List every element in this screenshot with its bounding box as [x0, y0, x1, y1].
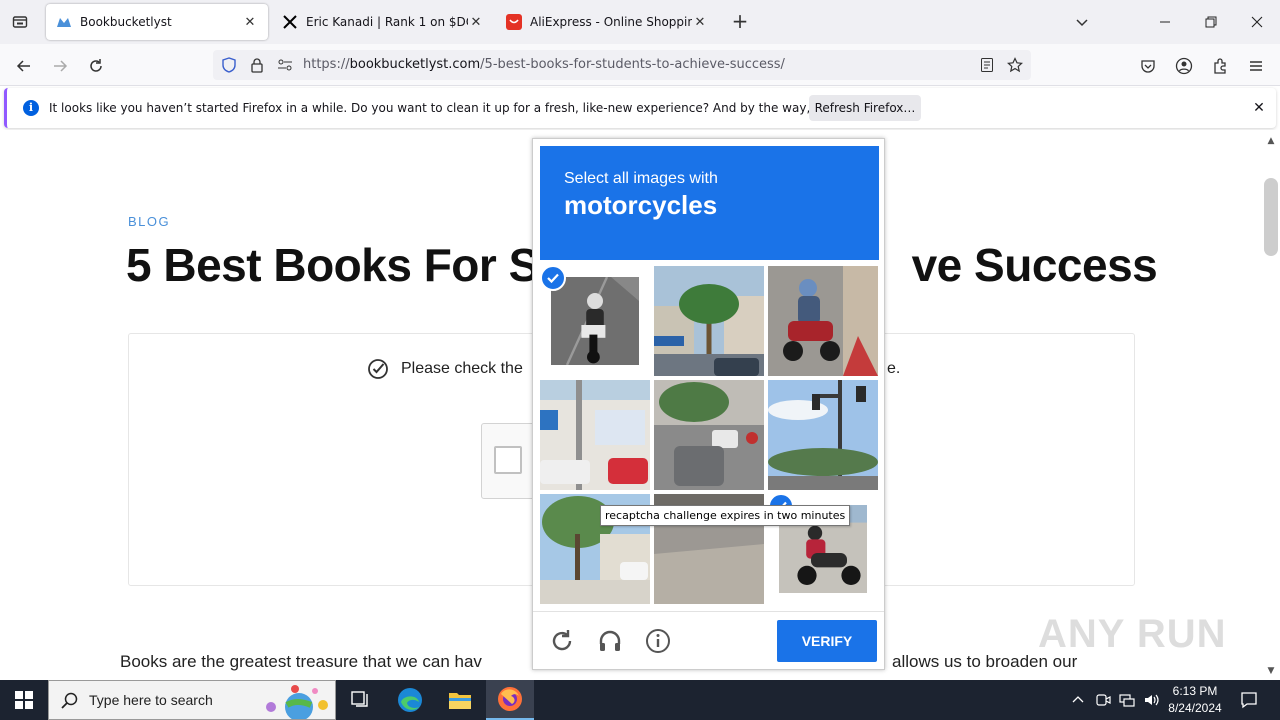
navigation-toolbar: https://bookbucketlyst.com/5-best-books-…	[0, 44, 1280, 86]
verify-button[interactable]: VERIFY	[777, 620, 877, 662]
captcha-tile-2[interactable]	[654, 266, 764, 376]
firefox-taskbar-icon[interactable]	[486, 680, 534, 720]
info-icon[interactable]	[645, 628, 671, 654]
url-scheme: https://	[303, 57, 350, 72]
search-placeholder: Type here to search	[89, 692, 213, 708]
url-path: /5-best-books-for-students-to-achieve-su…	[480, 57, 785, 72]
page-title-end: ve Success	[911, 239, 1158, 291]
reload-button[interactable]	[82, 52, 110, 80]
tab-bar: Bookbucketlyst ✕ Eric Kanadi | Rank 1 on…	[0, 0, 1280, 44]
close-tab-icon[interactable]: ✕	[468, 14, 484, 30]
bookbucketlyst-logo-icon	[56, 14, 72, 30]
tab-title: Bookbucketlyst	[80, 15, 172, 29]
category-label[interactable]: BLOG	[128, 214, 170, 229]
check-circle-icon	[368, 359, 388, 379]
info-icon: i	[23, 100, 39, 116]
reload-challenge-icon[interactable]	[549, 628, 575, 654]
clock-time: 6:13 PM	[1172, 684, 1218, 698]
notifications-icon[interactable]	[1234, 680, 1264, 720]
url-host: bookbucketlyst.com	[349, 57, 481, 72]
scrollbar-thumb[interactable]	[1264, 178, 1278, 256]
meet-now-icon[interactable]	[1092, 680, 1114, 720]
close-tab-icon[interactable]: ✕	[242, 14, 258, 30]
close-notification-icon[interactable]: ✕	[1251, 100, 1267, 116]
lock-icon[interactable]	[249, 57, 265, 73]
challenge-header: Select all images with motorcycles	[540, 146, 879, 260]
captcha-tile-5[interactable]	[654, 380, 764, 490]
captcha-tile-4[interactable]	[540, 380, 650, 490]
windows-taskbar: Type here to search 6:13 PM 8/24/2024	[0, 680, 1280, 720]
tracking-protection-shield-icon[interactable]	[221, 57, 237, 73]
new-tab-button[interactable]: +	[728, 10, 752, 34]
url-text[interactable]: https://bookbucketlyst.com/5-best-books-…	[303, 57, 785, 72]
taskbar-search-box[interactable]: Type here to search	[48, 680, 336, 720]
network-icon[interactable]	[1116, 680, 1138, 720]
notification-message: It looks like you haven’t started Firefo…	[49, 101, 905, 115]
close-window-button[interactable]	[1234, 0, 1280, 44]
pocket-icon[interactable]	[1134, 52, 1162, 80]
challenge-instruction: Select all images with	[564, 170, 718, 187]
taskbar-clock[interactable]: 6:13 PM 8/24/2024	[1160, 683, 1230, 717]
refresh-firefox-button[interactable]: Refresh Firefox…	[809, 95, 921, 121]
clock-date: 8/24/2024	[1168, 701, 1222, 715]
forward-button[interactable]	[46, 52, 74, 80]
close-tab-icon[interactable]: ✕	[692, 14, 708, 30]
challenge-target: motorcycles	[564, 190, 718, 220]
tab-eric-kanadi[interactable]: Eric Kanadi | Rank 1 on $DOGS ✕	[272, 4, 494, 40]
search-highlight-icon	[266, 685, 328, 719]
permissions-icon[interactable]	[277, 57, 293, 73]
account-icon[interactable]	[1170, 52, 1198, 80]
tab-aliexpress[interactable]: AliExpress - Online Shopping fo ✕	[496, 4, 718, 40]
search-icon	[61, 692, 78, 709]
scroll-up-arrow-icon[interactable]: ▲	[1266, 136, 1276, 146]
volume-icon[interactable]	[1140, 680, 1162, 720]
scroll-down-arrow-icon[interactable]: ▼	[1266, 666, 1276, 676]
audio-challenge-icon[interactable]	[597, 628, 623, 654]
captcha-tile-3[interactable]	[768, 266, 878, 376]
reader-view-icon[interactable]	[979, 57, 995, 73]
human-check-row: Please check the	[367, 358, 523, 380]
show-hidden-icons[interactable]	[1068, 680, 1088, 720]
tab-bookbucketlyst[interactable]: Bookbucketlyst ✕	[46, 4, 268, 40]
firefox-refresh-notification: i It looks like you haven’t started Fire…	[4, 88, 1276, 128]
x-logo-icon	[282, 14, 298, 30]
file-explorer-icon[interactable]	[436, 680, 484, 720]
edge-browser-icon[interactable]	[386, 680, 434, 720]
bookmark-star-icon[interactable]	[1007, 57, 1023, 73]
tab-title: Eric Kanadi | Rank 1 on $DOGS	[306, 15, 468, 29]
anyrun-watermark: ANY RUN	[1038, 612, 1227, 656]
firefox-view-icon[interactable]	[8, 10, 32, 34]
challenge-footer: VERIFY	[533, 611, 884, 669]
tab-title: AliExpress - Online Shopping fo	[530, 15, 692, 29]
recaptcha-challenge: Select all images with motorcycles VERIF…	[532, 138, 885, 670]
page-scrollbar[interactable]: ▲ ▼	[1262, 130, 1280, 680]
article-text: Books are the greatest treasure that we …	[120, 652, 482, 671]
expiry-tooltip: recaptcha challenge expires in two minut…	[600, 505, 851, 526]
page-title-start: 5 Best Books For St	[126, 239, 554, 291]
back-button[interactable]	[10, 52, 38, 80]
list-all-tabs-icon[interactable]	[1070, 10, 1094, 34]
aliexpress-logo-icon	[506, 14, 522, 30]
restore-button[interactable]	[1188, 0, 1234, 44]
human-check-text: Please check the	[401, 360, 523, 377]
captcha-tile-6[interactable]	[768, 380, 878, 490]
extensions-icon[interactable]	[1206, 52, 1234, 80]
human-check-text-tail: e.	[887, 360, 901, 377]
menu-icon[interactable]	[1242, 52, 1270, 80]
address-bar[interactable]: https://bookbucketlyst.com/5-best-books-…	[213, 50, 1031, 80]
minimize-button[interactable]	[1142, 0, 1188, 44]
recaptcha-checkbox[interactable]	[494, 446, 522, 474]
windows-start-icon[interactable]	[0, 680, 48, 720]
selected-check-icon	[540, 265, 566, 291]
task-view-icon[interactable]	[336, 680, 384, 720]
